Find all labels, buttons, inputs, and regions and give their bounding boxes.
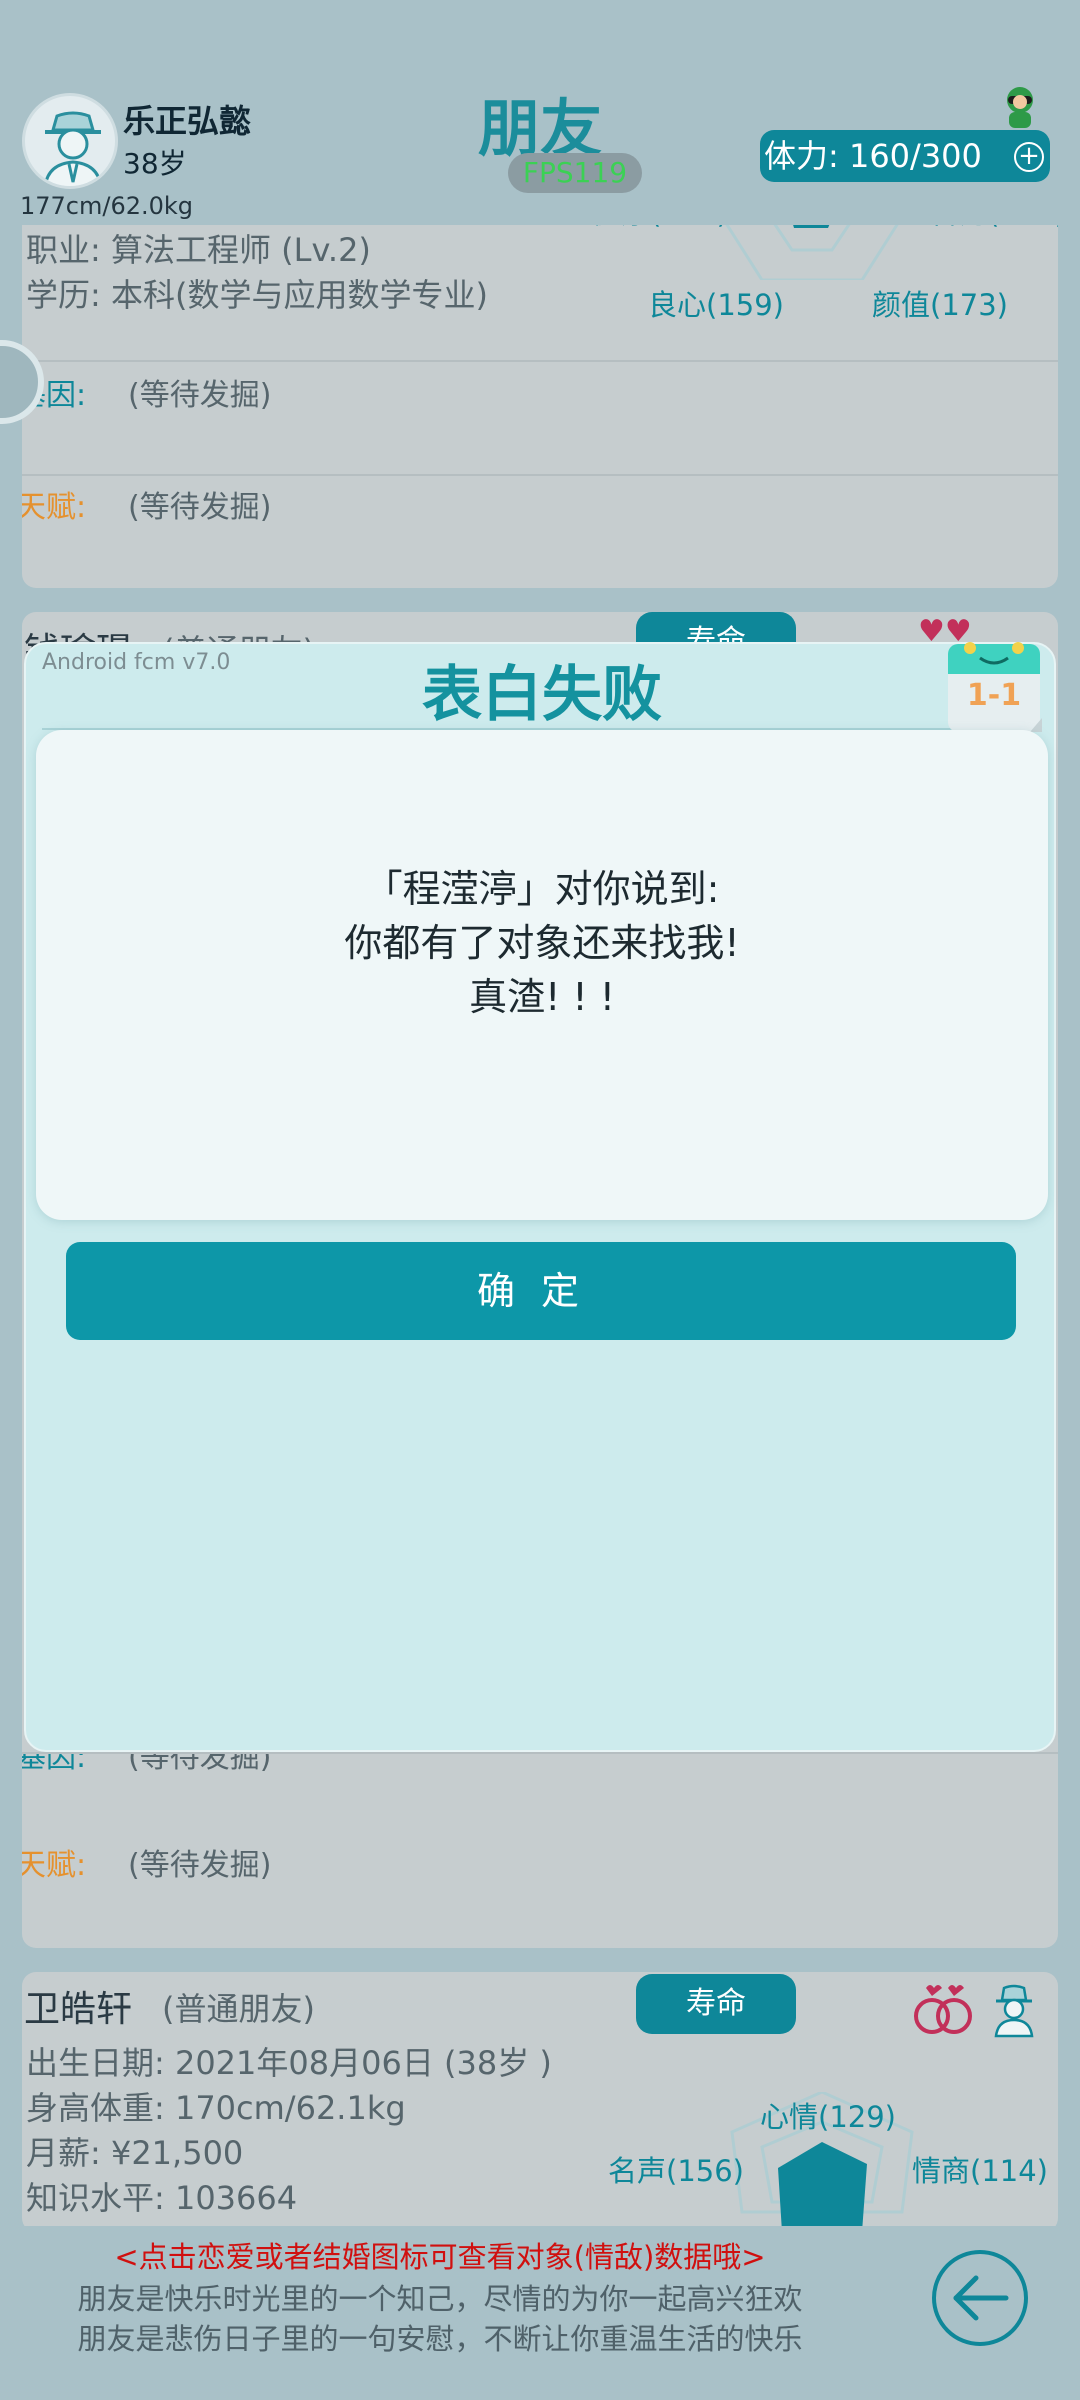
card-job: 职业: 算法工程师 (Lv.2): [26, 231, 371, 269]
user-height-weight: 177cm/62.0kg: [20, 192, 194, 220]
divider: [22, 360, 1058, 362]
quote-line: 朋友是快乐时光里的一个知己，尽情的为你一起高兴狂欢: [77, 2282, 803, 2316]
monthly-salary: 月薪: ¥21,500: [26, 2134, 244, 2172]
birth-date: 出生日期: 2021年08月06日 (38岁 ): [26, 2044, 552, 2082]
rings-icon[interactable]: [912, 1980, 976, 2036]
height-weight: 身高体重: 170cm/62.1kg: [26, 2089, 406, 2127]
stamina-value: 体力: 160/300: [764, 137, 982, 175]
confirm-button[interactable]: 确定: [66, 1242, 1016, 1340]
friend-relation: (普通朋友): [162, 1990, 315, 2028]
bottom-bar: <点击恋爱或者结婚图标可查看对象(情敌)数据哦> 朋友是快乐时光里的一个知己，尽…: [0, 2226, 1080, 2400]
radar-label-looks: 颜值(173): [872, 288, 1008, 322]
friend-name: 卫皓轩: [24, 1989, 133, 2030]
stamina-bar[interactable]: 体力: 160/300 +: [760, 130, 1050, 182]
message-line: 真渣! ! !: [469, 975, 615, 1019]
top-bar: 乐正弘懿 38岁 177cm/62.0kg 朋友 FPS119 体力: 160/…: [0, 0, 1080, 225]
calendar-icon: 1-1: [946, 638, 1046, 736]
confession-result-dialog: Android fcm v7.0 表白失败 1-1 「程滢渟」对你说到: 你都有…: [24, 642, 1056, 1752]
quote-line: 朋友是悲伤日子里的一句安慰，不断让你重温生活的快乐: [77, 2322, 803, 2356]
message-box: 「程滢渟」对你说到: 你都有了对象还来找我! 真渣! ! !: [36, 730, 1048, 1220]
message-line: 你都有了对象还来找我!: [344, 921, 740, 965]
talent-value: (等待发掘): [128, 490, 272, 525]
back-button[interactable]: [932, 2250, 1028, 2346]
calendar-date: 1-1: [966, 678, 1022, 713]
radar-label-eq: 情商(114): [912, 2154, 1048, 2188]
radar-label-fame: 名声(156): [608, 2154, 744, 2188]
hint-text: <点击恋爱或者结婚图标可查看对象(情敌)数据哦>: [114, 2240, 766, 2274]
radar-label-mood: 心情(129): [760, 2100, 896, 2134]
lifespan-button[interactable]: 寿命: [636, 1974, 796, 2034]
person-icon[interactable]: [986, 1980, 1042, 2038]
add-stamina-icon[interactable]: +: [1014, 142, 1044, 172]
friend-card: 卫皓轩 (普通朋友) 寿命 出生日期: 2021年08月06日 (38岁 ) 身…: [22, 1972, 1058, 2232]
gene-value: (等待发掘): [128, 378, 272, 413]
divider: [22, 474, 1058, 476]
dialog-title: 表白失败: [422, 660, 662, 730]
fps-badge: FPS119: [508, 153, 642, 193]
radar-label-conscience: 良心(159): [648, 288, 784, 322]
talent-label: 天赋:: [22, 1848, 87, 1883]
mascot-icon[interactable]: [1000, 84, 1040, 130]
arrow-left-icon: [953, 2275, 1009, 2321]
divider: [22, 1752, 1058, 1754]
talent-label: 天赋:: [22, 490, 87, 525]
talent-value: (等待发掘): [128, 1848, 272, 1883]
knowledge-level: 知识水平: 103664: [26, 2179, 298, 2217]
card-education: 学历: 本科(数学与应用数学专业): [26, 276, 488, 314]
message-line: 「程滢渟」对你说到:: [364, 867, 720, 911]
